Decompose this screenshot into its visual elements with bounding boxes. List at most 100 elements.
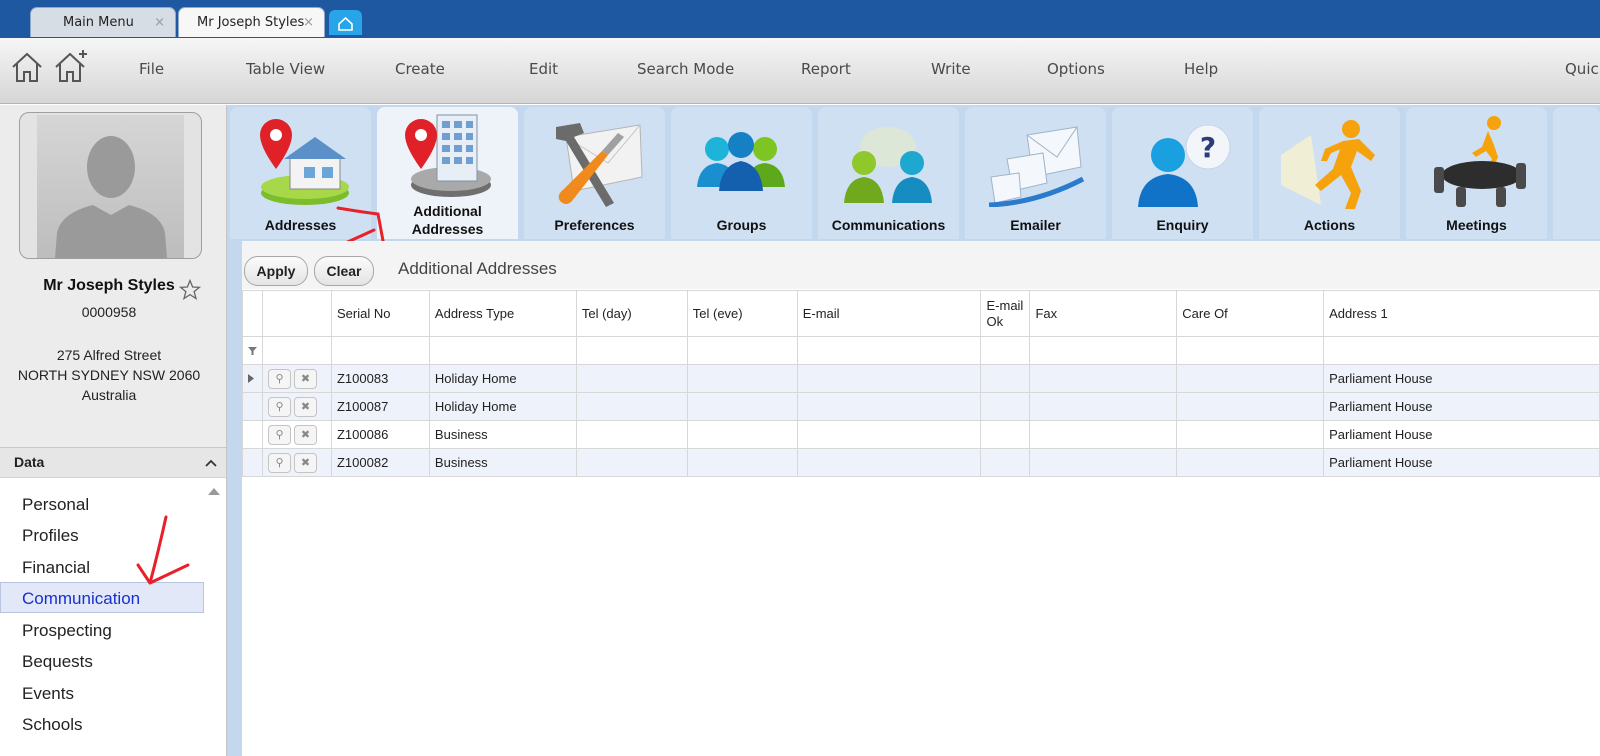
contact-id: 0000958: [81, 304, 137, 320]
contact-photo: [19, 112, 202, 259]
cell-tel-eve: [686, 364, 798, 393]
table-row[interactable]: ⚲ ✖ Z100086 Business Parliament House: [242, 420, 1600, 449]
tile-preferences[interactable]: Preferences: [524, 107, 665, 239]
filter-cell[interactable]: [1029, 336, 1178, 365]
filter-cell[interactable]: [796, 336, 982, 365]
column-header-serial-no[interactable]: Serial No: [330, 290, 430, 337]
add-home-icon[interactable]: [53, 48, 91, 84]
cell-care-of: [1176, 364, 1325, 393]
menu-options[interactable]: Options: [1047, 60, 1105, 78]
apply-button[interactable]: Apply: [244, 256, 308, 286]
tile-emailer[interactable]: Emailer: [965, 107, 1106, 239]
data-nav-list: Personal Profiles Financial Communicatio…: [0, 478, 226, 756]
cell-fax: [1029, 392, 1178, 421]
delete-icon[interactable]: ✖: [294, 396, 317, 417]
column-header-care-of[interactable]: Care Of: [1176, 290, 1325, 337]
tile-emailer-label: Emailer: [1010, 217, 1061, 233]
filter-cell[interactable]: [262, 336, 332, 365]
column-actions: [262, 290, 332, 337]
tile-groups[interactable]: Groups: [671, 107, 812, 239]
menu-report[interactable]: Report: [801, 60, 851, 78]
column-header-email-ok[interactable]: E-mail Ok: [980, 290, 1031, 337]
person-question-icon: ?: [1138, 124, 1231, 207]
cell-address-type: Holiday Home: [428, 392, 577, 421]
chevron-up-icon[interactable]: [205, 458, 217, 468]
filter-cell[interactable]: [1323, 336, 1600, 365]
delete-icon[interactable]: ✖: [294, 424, 317, 445]
avatar: [37, 115, 184, 258]
cell-email: [796, 448, 982, 477]
menu-quick[interactable]: Quic: [1565, 60, 1599, 78]
delete-icon[interactable]: ✖: [294, 452, 317, 473]
nav-item-personal[interactable]: Personal: [22, 495, 89, 515]
home-tab-button[interactable]: [329, 10, 362, 35]
nav-item-financial[interactable]: Financial: [22, 558, 90, 578]
column-header-address-1[interactable]: Address 1: [1323, 290, 1600, 337]
tab-main-menu[interactable]: Main Menu ×: [30, 7, 176, 37]
section-title: Additional Addresses: [398, 259, 557, 278]
filter-cell[interactable]: [330, 336, 430, 365]
nav-item-communication[interactable]: Communication: [22, 589, 140, 609]
menu-file[interactable]: File: [139, 60, 164, 78]
column-header-email[interactable]: E-mail: [796, 290, 982, 337]
nav-item-events[interactable]: Events: [22, 684, 74, 704]
search-icon[interactable]: ⚲: [268, 368, 291, 389]
row-indicator: [242, 420, 263, 449]
table-row[interactable]: ⚲ ✖ Z100083 Holiday Home Parliament House: [242, 364, 1600, 393]
cell-serial-no: Z100086: [330, 420, 430, 449]
filter-cell[interactable]: [575, 336, 688, 365]
menu-edit[interactable]: Edit: [529, 60, 558, 78]
close-icon[interactable]: ×: [303, 15, 314, 30]
row-actions: ⚲ ✖: [262, 420, 332, 449]
tile-enquiry[interactable]: ? Enquiry: [1112, 107, 1253, 239]
filter-cell[interactable]: [980, 336, 1031, 365]
close-icon[interactable]: ×: [154, 15, 165, 30]
menu-search-mode[interactable]: Search Mode: [637, 60, 734, 78]
filter-cell[interactable]: [686, 336, 798, 365]
table-row[interactable]: ⚲ ✖ Z100082 Business Parliament House: [242, 448, 1600, 477]
menu-table-view[interactable]: Table View: [246, 60, 325, 78]
menu-create[interactable]: Create: [395, 60, 445, 78]
favourite-star-icon[interactable]: [179, 279, 201, 301]
column-header-tel-day[interactable]: Tel (day): [575, 290, 688, 337]
data-section-header[interactable]: Data: [0, 447, 226, 478]
ribbon-menu: File Table View Create Edit Search Mode …: [0, 38, 1600, 104]
tile-actions[interactable]: Actions: [1259, 107, 1400, 239]
tile-communications[interactable]: Communications: [818, 107, 959, 239]
nav-item-bequests[interactable]: Bequests: [22, 652, 93, 672]
tile-meetings[interactable]: Meetings: [1406, 107, 1547, 239]
address-country: Australia: [81, 387, 137, 403]
menu-help[interactable]: Help: [1184, 60, 1218, 78]
row-actions: ⚲ ✖: [262, 364, 332, 393]
search-icon[interactable]: ⚲: [268, 396, 291, 417]
search-icon[interactable]: ⚲: [268, 424, 291, 445]
filter-icon[interactable]: [248, 346, 257, 355]
menu-write[interactable]: Write: [931, 60, 971, 78]
clear-button[interactable]: Clear: [314, 256, 374, 286]
filter-cell[interactable]: [1176, 336, 1325, 365]
cell-address-1: Parliament House: [1323, 364, 1600, 393]
filter-cell[interactable]: [428, 336, 577, 365]
content-gutter: [227, 241, 242, 756]
scroll-up-icon[interactable]: [208, 487, 220, 495]
delete-icon[interactable]: ✖: [294, 368, 317, 389]
tab-joseph-styles[interactable]: Mr Joseph Styles ×: [178, 7, 325, 37]
addresses-table: Serial No Address Type Tel (day) Tel (ev…: [242, 290, 1600, 477]
search-icon[interactable]: ⚲: [268, 452, 291, 473]
table-row[interactable]: ⚲ ✖ Z100087 Holiday Home Parliament House: [242, 392, 1600, 421]
home-icon[interactable]: [10, 50, 44, 84]
nav-item-profiles[interactable]: Profiles: [22, 526, 79, 546]
tile-additional-addresses[interactable]: Additional Addresses: [377, 107, 518, 239]
column-header-tel-eve[interactable]: Tel (eve): [686, 290, 798, 337]
column-header-fax[interactable]: Fax: [1029, 290, 1178, 337]
cell-email-ok: [980, 420, 1031, 449]
cell-email-ok: [980, 448, 1031, 477]
column-header-address-type[interactable]: Address Type: [428, 290, 577, 337]
cell-tel-day: [575, 364, 688, 393]
cell-fax: [1029, 420, 1178, 449]
nav-item-schools[interactable]: Schools: [22, 715, 82, 735]
tile-partial[interactable]: [1553, 107, 1600, 239]
tab-joseph-styles-label: Mr Joseph Styles: [197, 15, 305, 30]
nav-item-prospecting[interactable]: Prospecting: [22, 621, 112, 641]
house-pin-icon: [260, 119, 349, 205]
